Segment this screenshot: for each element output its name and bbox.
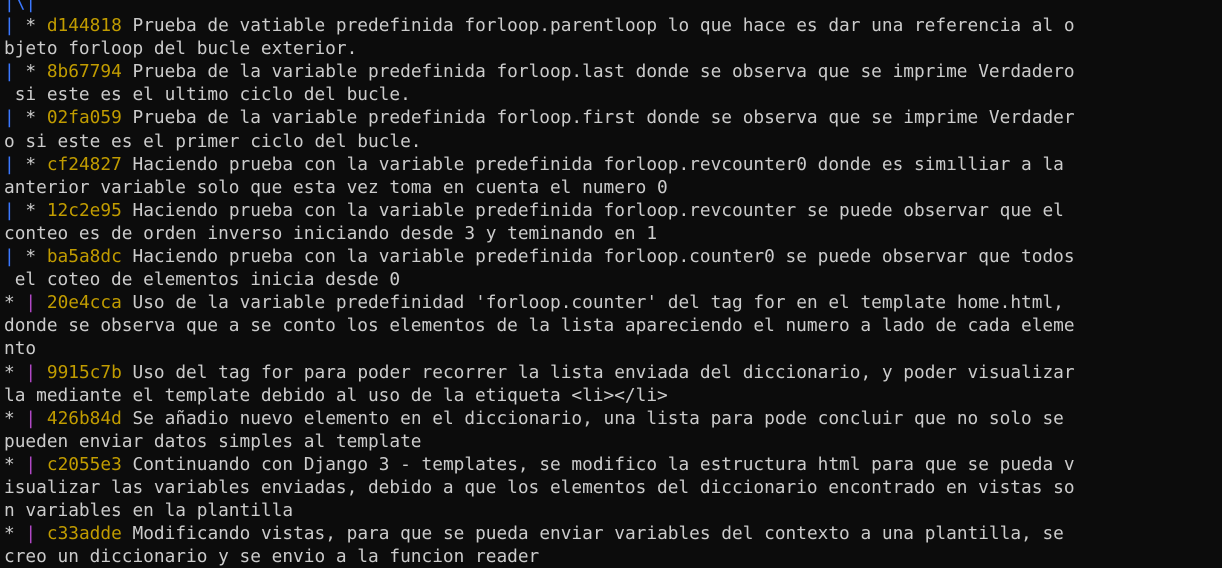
commit-line: | * cf24827 Haciendo prueba con la varia… (4, 153, 1218, 176)
commit-hash[interactable]: 426b84d (47, 408, 122, 429)
commit-message: si este es el ultimo ciclo del bucle. (4, 84, 411, 106)
graph-branch: | (4, 61, 15, 83)
commit-entry: * | c2055e3 Continuando con Django 3 - t… (4, 453, 1218, 522)
commit-continuation-line: creo un diccionario y se envio a la func… (4, 545, 1218, 568)
commit-entry: | * 02fa059 Prueba de la variable predef… (4, 106, 1218, 152)
commit-line: | * 02fa059 Prueba de la variable predef… (4, 106, 1218, 129)
commit-message: el coteo de elementos inicia desde 0 (4, 269, 401, 291)
commit-message: pueden enviar datos simples al template (4, 430, 422, 452)
commit-continuation-line: anterior variable solo que esta vez toma… (4, 176, 1218, 199)
commit-continuation-line: nto (4, 337, 1218, 360)
graph-branch: | (25, 523, 37, 545)
commit-hash[interactable]: c33adde (47, 523, 122, 544)
graph-star: * (4, 361, 26, 383)
commit-message: Se añadio nuevo elemento en el diccionar… (132, 407, 1064, 429)
graph-star: * (4, 453, 26, 475)
graph-branch: | (4, 199, 15, 221)
commit-list: | * d144818 Prueba de vatiable predefini… (4, 14, 1218, 568)
commit-line: * | c33adde Modificando vistas, para que… (4, 522, 1218, 545)
commit-continuation-line: pueden enviar datos simples al template (4, 430, 1218, 453)
commit-entry: | * 12c2e95 Haciendo prueba con la varia… (4, 199, 1218, 245)
graph-branch: | (4, 15, 15, 37)
commit-continuation-line: el coteo de elementos inicia desde 0 (4, 268, 1218, 291)
commit-continuation-line: n variables en la plantilla (4, 499, 1218, 522)
commit-line: | * d144818 Prueba de vatiable predefini… (4, 14, 1218, 37)
commit-message: Modificando vistas, para que se pueda en… (132, 523, 1064, 545)
commit-entry: * | c33adde Modificando vistas, para que… (4, 522, 1218, 568)
commit-line: | * 8b67794 Prueba de la variable predef… (4, 60, 1218, 83)
commit-hash[interactable]: ba5a8dc (47, 246, 122, 267)
graph-star: * (4, 407, 26, 429)
commit-message: conteo es de orden inverso iniciando des… (4, 222, 658, 244)
commit-message: o si este es el primer ciclo del bucle. (4, 130, 422, 152)
commit-message: n variables en la plantilla (4, 500, 294, 522)
commit-entry: * | 20e4cca Uso de la variable predefini… (4, 291, 1218, 360)
commit-message: Uso del tag for para poder recorrer la l… (132, 361, 1075, 383)
commit-message: Continuando con Django 3 - templates, se… (132, 453, 1075, 475)
graph-branch: |\| (4, 0, 37, 13)
commit-message: Prueba de vatiable predefinida forloop.p… (132, 15, 1075, 37)
commit-message: creo un diccionario y se envio a la func… (4, 546, 540, 568)
commit-hash[interactable]: 02fa059 (47, 107, 122, 128)
commit-hash[interactable]: 8b67794 (47, 61, 122, 82)
commit-message: donde se observa que a se conto los elem… (4, 315, 1075, 337)
commit-hash[interactable]: 12c2e95 (47, 200, 122, 221)
graph-star: * (14, 153, 47, 175)
commit-message: bjeto forloop del bucle exterior. (4, 38, 358, 60)
graph-branch: | (4, 246, 15, 268)
graph-branch: | (25, 292, 37, 314)
commit-hash[interactable]: cf24827 (47, 154, 122, 175)
graph-branch: | (25, 361, 37, 383)
graph-star: * (14, 107, 47, 129)
commit-continuation-line: isualizar las variables enviadas, debido… (4, 476, 1218, 499)
graph-line: |\| (4, 0, 1218, 14)
commit-entry: | * cf24827 Haciendo prueba con la varia… (4, 153, 1218, 199)
commit-continuation-line: la mediante el template debido al uso de… (4, 384, 1218, 407)
graph-star: * (14, 15, 47, 37)
commit-message: nto (4, 338, 37, 360)
commit-entry: | * d144818 Prueba de vatiable predefini… (4, 14, 1218, 60)
commit-message: Prueba de la variable predefinida forloo… (132, 61, 1075, 83)
commit-message: anterior variable solo que esta vez toma… (4, 176, 668, 198)
commit-message: la mediante el template debido al uso de… (4, 384, 668, 406)
graph-branch: | (25, 453, 37, 475)
commit-line: * | c2055e3 Continuando con Django 3 - t… (4, 453, 1218, 476)
commit-hash[interactable]: d144818 (47, 15, 122, 36)
commit-line: * | 9915c7b Uso del tag for para poder r… (4, 361, 1218, 384)
commit-line: | * ba5a8dc Haciendo prueba con la varia… (4, 245, 1218, 268)
commit-continuation-line: o si este es el primer ciclo del bucle. (4, 130, 1218, 153)
commit-continuation-line: donde se observa que a se conto los elem… (4, 314, 1218, 337)
graph-branch: | (4, 153, 15, 175)
commit-entry: * | 9915c7b Uso del tag for para poder r… (4, 361, 1218, 407)
commit-hash[interactable]: c2055e3 (47, 454, 122, 475)
commit-message: isualizar las variables enviadas, debido… (4, 476, 1075, 498)
graph-star: * (14, 61, 47, 83)
commit-continuation-line: conteo es de orden inverso iniciando des… (4, 222, 1218, 245)
graph-branch: | (4, 107, 15, 129)
commit-line: | * 12c2e95 Haciendo prueba con la varia… (4, 199, 1218, 222)
commit-continuation-line: si este es el ultimo ciclo del bucle. (4, 83, 1218, 106)
graph-branch: | (25, 407, 37, 429)
commit-message: Haciendo prueba con la variable predefin… (132, 199, 1064, 221)
graph-star: * (4, 523, 26, 545)
commit-hash[interactable]: 9915c7b (47, 362, 122, 383)
commit-entry: | * ba5a8dc Haciendo prueba con la varia… (4, 245, 1218, 291)
commit-entry: | * 8b67794 Prueba de la variable predef… (4, 60, 1218, 106)
graph-star: * (14, 199, 47, 221)
terminal-output: |\| | * d144818 Prueba de vatiable prede… (4, 0, 1218, 568)
commit-message: Prueba de la variable predefinida forloo… (132, 107, 1075, 129)
graph-star: * (14, 246, 47, 268)
commit-message: Haciendo prueba con la variable predefin… (132, 153, 1064, 175)
commit-continuation-line: bjeto forloop del bucle exterior. (4, 37, 1218, 60)
commit-entry: * | 426b84d Se añadio nuevo elemento en … (4, 407, 1218, 453)
commit-hash[interactable]: 20e4cca (47, 292, 122, 313)
graph-star: * (4, 292, 26, 314)
commit-message: Haciendo prueba con la variable predefin… (132, 246, 1075, 268)
commit-line: * | 426b84d Se añadio nuevo elemento en … (4, 407, 1218, 430)
commit-message: Uso de la variable predefinidad 'forloop… (132, 292, 1064, 314)
commit-line: * | 20e4cca Uso de la variable predefini… (4, 291, 1218, 314)
